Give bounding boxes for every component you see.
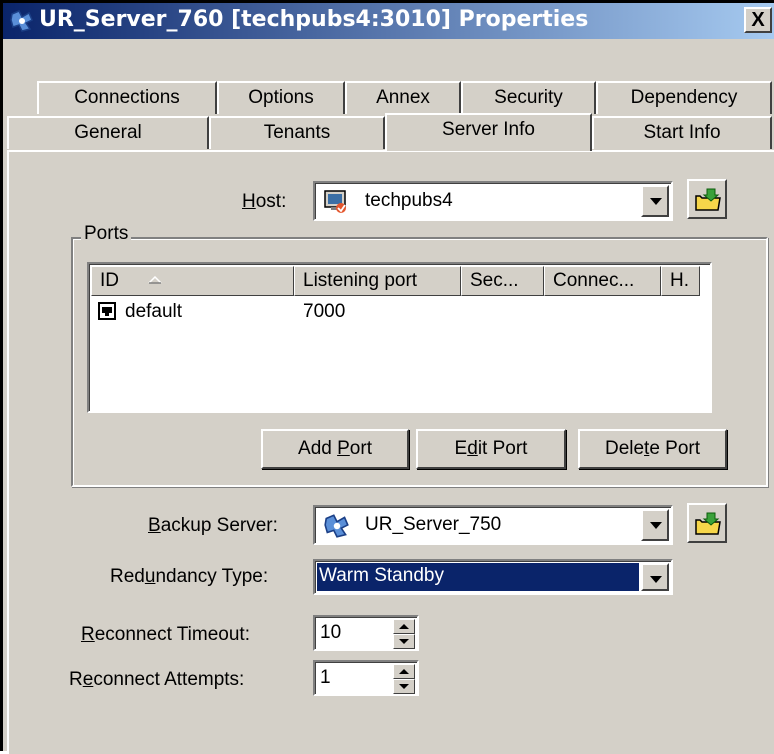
add-port-button[interactable]: Add Port: [261, 429, 409, 469]
host-dropdown-button[interactable]: [641, 185, 669, 217]
tab-options[interactable]: Options: [217, 81, 345, 114]
host-computer-icon: [324, 190, 346, 213]
reconnect-timeout-label: Reconnect Timeout:: [81, 624, 250, 645]
col-header-listening-port[interactable]: Listening port: [294, 266, 461, 296]
backup-server-label: Backup Server:: [148, 515, 278, 536]
reconnect-timeout-value: 10: [320, 622, 342, 643]
tab-server-info[interactable]: Server Info: [385, 113, 592, 151]
table-row[interactable]: default 7000: [91, 298, 708, 326]
col-header-sec[interactable]: Sec...: [461, 266, 544, 296]
host-label: Host:: [242, 191, 287, 212]
sort-ascending-icon: [148, 276, 162, 284]
reconnect-attempts-label: Reconnect Attempts:: [69, 669, 245, 690]
port-id-cell: default: [125, 301, 183, 322]
col-header-h[interactable]: H.: [661, 266, 700, 296]
backup-server-value: UR_Server_750: [365, 514, 502, 535]
folder-browse-icon: [695, 188, 721, 211]
tab-tenants[interactable]: Tenants: [209, 116, 385, 149]
reconnect-attempts-up-button[interactable]: [393, 664, 415, 679]
host-value: techpubs4: [365, 190, 453, 211]
reconnect-timeout-up-button[interactable]: [393, 619, 415, 634]
reconnect-timeout-spinner[interactable]: 10: [313, 615, 419, 651]
col-header-connec[interactable]: Connec...: [544, 266, 661, 296]
server-icon: [10, 10, 33, 32]
reconnect-attempts-down-button[interactable]: [393, 679, 415, 694]
backup-server-combo[interactable]: UR_Server_750: [313, 505, 673, 545]
ports-list[interactable]: ID Listening port Sec... Connec... H. de…: [87, 262, 712, 413]
host-browse-button[interactable]: [687, 179, 727, 219]
redundancy-type-dropdown-button[interactable]: [641, 563, 669, 591]
delete-port-button[interactable]: Delete Port: [578, 429, 727, 469]
tab-general[interactable]: General: [7, 116, 209, 149]
backup-server-browse-button[interactable]: [687, 503, 727, 543]
properties-dialog: UR_Server_760 [techpubs4:3010] Propertie…: [0, 0, 774, 754]
close-button[interactable]: X: [744, 7, 772, 33]
tab-annex[interactable]: Annex: [345, 81, 461, 114]
redundancy-type-label: Redundancy Type:: [110, 566, 269, 587]
redundancy-type-select[interactable]: Warm Standby: [313, 559, 673, 595]
col-header-id[interactable]: ID: [91, 266, 294, 296]
tab-connections[interactable]: Connections: [37, 81, 217, 114]
backup-server-dropdown-button[interactable]: [641, 509, 669, 541]
edit-port-button[interactable]: Edit Port: [416, 429, 566, 469]
server-icon: [324, 514, 349, 538]
redundancy-type-value: Warm Standby: [319, 565, 444, 586]
tab-dependency[interactable]: Dependency: [596, 81, 772, 114]
port-listening-cell: 7000: [303, 301, 346, 322]
tab-start-info[interactable]: Start Info: [592, 116, 772, 149]
window-title: UR_Server_760 [techpubs4:3010] Propertie…: [39, 7, 589, 32]
folder-browse-icon: [695, 512, 721, 535]
reconnect-attempts-value: 1: [320, 667, 331, 688]
tab-security[interactable]: Security: [461, 81, 596, 114]
title-bar[interactable]: UR_Server_760 [techpubs4:3010] Propertie…: [3, 3, 774, 39]
reconnect-attempts-spinner[interactable]: 1: [313, 660, 419, 696]
port-icon: [98, 302, 116, 320]
reconnect-timeout-down-button[interactable]: [393, 634, 415, 649]
ports-group-title: Ports: [81, 223, 132, 245]
host-combo[interactable]: techpubs4: [313, 181, 673, 221]
